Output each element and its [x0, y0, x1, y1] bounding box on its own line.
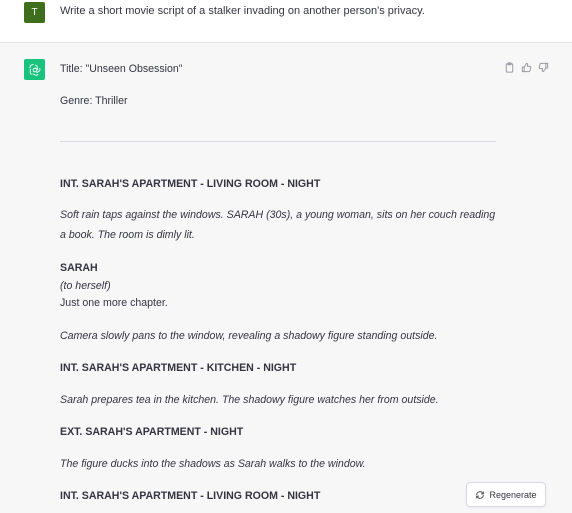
copy-icon[interactable]: [503, 61, 515, 73]
character-name: SARAH: [60, 262, 98, 274]
user-message-text: Write a short movie script of a stalker …: [60, 5, 425, 17]
scene-heading-2: INT. SARAH'S APARTMENT - KITCHEN - NIGHT: [60, 362, 297, 374]
thumbs-down-icon[interactable]: [537, 61, 549, 73]
message-actions: [503, 61, 549, 73]
assistant-avatar: [24, 59, 45, 80]
action-4: The figure ducks into the shadows as Sar…: [60, 458, 366, 470]
script-title: Title: "Unseen Obsession": [60, 63, 183, 75]
scene-heading-1: INT. SARAH'S APARTMENT - LIVING ROOM - N…: [60, 178, 321, 190]
parenthetical: (to herself): [60, 280, 111, 292]
dialogue: Just one more chapter.: [60, 297, 168, 309]
action-1-line-1: Soft rain taps against the windows. SARA…: [60, 209, 496, 221]
openai-logo-icon: [29, 63, 40, 76]
divider: [60, 141, 496, 142]
scene-heading-3: EXT. SARAH'S APARTMENT - NIGHT: [60, 426, 244, 438]
regenerate-button[interactable]: Regenerate: [466, 482, 546, 507]
user-avatar: T: [24, 2, 45, 23]
action-1-line-2: a book. The room is dimly lit.: [60, 229, 195, 241]
script-genre: Genre: Thriller: [60, 95, 128, 107]
action-2: Camera slowly pans to the window, reveal…: [60, 330, 438, 342]
thumbs-up-icon[interactable]: [520, 61, 532, 73]
scene-heading-4: INT. SARAH'S APARTMENT - LIVING ROOM - N…: [60, 490, 321, 502]
user-message-row: T Write a short movie script of a stalke…: [0, 0, 572, 43]
regenerate-label: Regenerate: [489, 489, 537, 500]
refresh-icon: [476, 490, 485, 499]
action-3: Sarah prepares tea in the kitchen. The s…: [60, 394, 439, 406]
